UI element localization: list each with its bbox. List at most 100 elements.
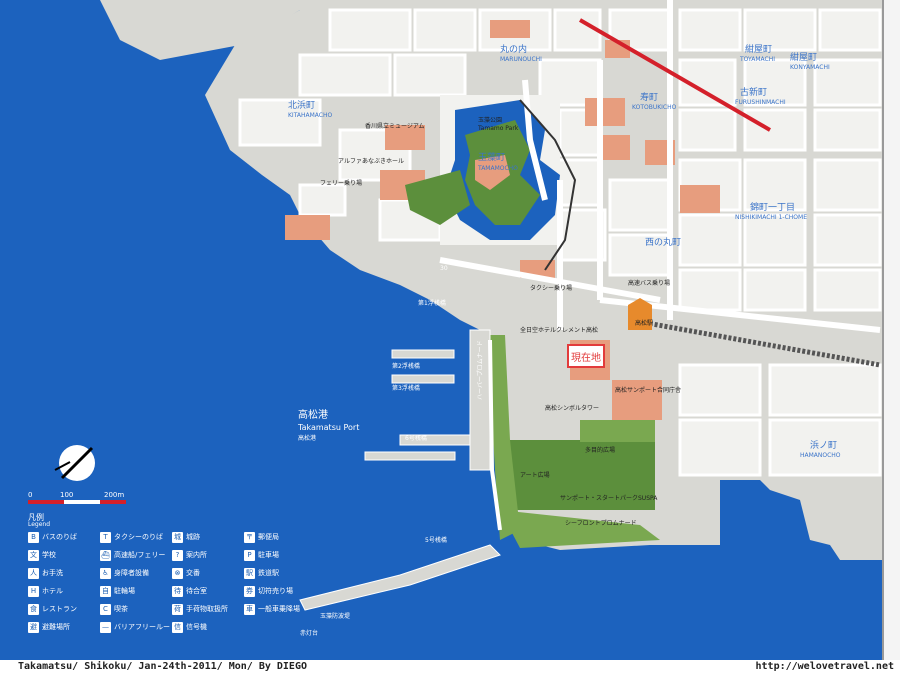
legend-item-label: 高速船/フェリー bbox=[114, 551, 166, 559]
legend-item-label: バリアフリールート bbox=[114, 623, 177, 631]
district-nishinomaru-label: 西の丸町 bbox=[645, 236, 681, 248]
pier-2-label: 第2浮桟橋 bbox=[392, 362, 420, 370]
legend-item: ⊗ 交番 bbox=[172, 566, 234, 580]
legend-item: 人お手洗 bbox=[28, 566, 90, 580]
taxi-stand-label: タクシー乗り場 bbox=[530, 284, 572, 292]
district-marunouchi-label: 丸の内 bbox=[500, 43, 527, 55]
government-office-label: 高松サンポート合同庁舎 bbox=[615, 386, 681, 394]
district-kotobuki-label: 寿町 bbox=[640, 91, 658, 103]
bus-terminal-label: 高速バス乗り場 bbox=[628, 279, 670, 287]
legend-item: 食レストラン bbox=[28, 602, 90, 616]
photo-caption-bar: Takamatsu/ Shikoku/ Jan-24th-2011/ Mon/ … bbox=[0, 660, 900, 675]
district-konya-label: 紺屋町 bbox=[790, 51, 817, 63]
castle-en-label: Tamamo Park bbox=[477, 125, 519, 132]
legend-item-label: 手荷物取扱所 bbox=[186, 605, 228, 613]
current-location-marker: 現在地 bbox=[567, 344, 605, 368]
legend-item-label: 一般車乗降場 bbox=[258, 605, 300, 613]
art-plaza-label: アート広場 bbox=[520, 471, 550, 479]
legend-item-label: 身障者設備 bbox=[114, 569, 149, 577]
main-plaza-label: 多目的広場 bbox=[585, 446, 615, 454]
current-location-label: 現在地 bbox=[571, 351, 601, 364]
bus-icon: B bbox=[28, 531, 39, 543]
scale-label-200: 200m bbox=[104, 491, 124, 499]
legend-item: 券切符売り場 bbox=[244, 584, 306, 598]
legend-item-label: 避難場所 bbox=[42, 623, 70, 631]
district-toyama-label: 紺屋町 bbox=[745, 43, 772, 55]
legend-item-label: お手洗 bbox=[42, 569, 63, 577]
bicycle-icon: 自 bbox=[100, 585, 111, 597]
hotel-icon: H bbox=[28, 585, 39, 597]
pier-3-label: 第3浮桟橋 bbox=[392, 384, 420, 392]
legend-item: 車一般車乗降場 bbox=[244, 602, 306, 616]
district-kitahama-en-label: KITAHAMACHO bbox=[288, 112, 333, 119]
legend-item-label: 駐輪場 bbox=[114, 587, 135, 595]
legend-item: B バスのりば bbox=[28, 530, 90, 544]
district-nishikimachi-en-label: NISHIKIMACHI 1-CHOME bbox=[735, 214, 807, 221]
legend-item-label: 待合室 bbox=[186, 587, 207, 595]
legend-item: 自駐輪場 bbox=[100, 584, 162, 598]
district-marunouchi-en-label: MARUNOUCHI bbox=[500, 56, 542, 63]
barrierfree-icon: — bbox=[100, 621, 111, 633]
sunport-park-label: サンポート・スタートパークSUSPA bbox=[560, 494, 658, 502]
info-icon: ? bbox=[172, 549, 183, 561]
port-name-en-label: Takamatsu Port bbox=[297, 423, 359, 432]
ferry-icon: ⛴ bbox=[100, 549, 111, 561]
harbor-promenade-label: ハーバープロムナード bbox=[477, 340, 484, 400]
district-kitahama-label: 北浜町 bbox=[288, 100, 315, 111]
school-icon: 文 bbox=[28, 549, 39, 561]
hotel-label: 全日空ホテルクレメント高松 bbox=[520, 326, 598, 334]
district-hamanocho-en-label: HAMANOCHO bbox=[800, 452, 841, 459]
port-sub-label: 高松港 bbox=[298, 434, 316, 442]
legend-item-label: ホテル bbox=[42, 587, 63, 595]
castle-label: 玉藻公園 bbox=[478, 116, 502, 124]
legend-item: 城城跡 bbox=[172, 530, 234, 544]
legend-item-label: 信号機 bbox=[186, 623, 207, 631]
legend-item-label: レストラン bbox=[42, 605, 77, 613]
district-hamanocho-label: 浜ノ町 bbox=[810, 440, 837, 451]
district-tamamo-label: 玉藻町 bbox=[478, 151, 505, 163]
legend-item-label: 城跡 bbox=[186, 533, 200, 541]
station-label: 高松駅 bbox=[635, 319, 653, 327]
legend-item: 避避難場所 bbox=[28, 620, 90, 634]
legend-item: ♿ 身障者設備 bbox=[100, 566, 162, 580]
legend-item-label: 駐車場 bbox=[258, 551, 279, 559]
legend-item: ⛴ 高速船/フェリー bbox=[100, 548, 166, 562]
museum-label: 香川県立ミュージアム bbox=[365, 122, 424, 130]
port-name-label: 高松港 bbox=[298, 408, 328, 421]
coffee-icon: C bbox=[100, 603, 111, 615]
legend-item-label: 鉄道駅 bbox=[258, 569, 279, 577]
legend-title-en: Legend bbox=[28, 521, 51, 528]
ferry-pier-label: フェリー乗り場 bbox=[320, 179, 362, 187]
dropoff-icon: 車 bbox=[244, 603, 255, 615]
alpha-hall-label: アルファあなぶきホール bbox=[338, 158, 404, 165]
legend-item: H ホテル bbox=[28, 584, 90, 598]
district-konya-en-label: KONYAMACHI bbox=[790, 64, 830, 71]
taxi-icon: T bbox=[100, 531, 111, 543]
district-furushinmachi-label: 古新町 bbox=[740, 86, 767, 98]
seafront-promenade-label: シーフロントプロムナード bbox=[565, 520, 637, 527]
legend-item: 待待合室 bbox=[172, 584, 234, 598]
scale-label-0: 0 bbox=[28, 491, 32, 499]
police-icon: ⊗ bbox=[172, 567, 183, 579]
route-30-label: 30 bbox=[440, 265, 448, 272]
map-legend: 凡例 Legend B バスのりば T タクシーのりば城城跡〒郵便局文学校 ⛴ 高速船/フェリ… bbox=[22, 512, 322, 652]
district-kotobuki-en-label: KOTOBUKICHO bbox=[632, 104, 677, 111]
breakwater-label: 玉藻防波堤 bbox=[320, 612, 350, 620]
signal-icon: 信 bbox=[172, 621, 183, 633]
toilet-icon: 人 bbox=[28, 567, 39, 579]
legend-item: 荷手荷物取扱所 bbox=[172, 602, 234, 616]
disabled-icon: ♿ bbox=[100, 567, 111, 579]
legend-item: T タクシーのりば bbox=[100, 530, 163, 544]
pier-1-label: 第1浮桟橋 bbox=[418, 299, 446, 307]
legend-item-label: 案内所 bbox=[186, 551, 207, 559]
scale-label-100: 100 bbox=[60, 491, 73, 499]
evacuation-icon: 避 bbox=[28, 621, 39, 633]
legend-item: — バリアフリールート bbox=[100, 620, 177, 634]
legend-item-label: 交番 bbox=[186, 569, 200, 577]
post-icon: 〒 bbox=[244, 531, 255, 543]
restaurant-icon: 食 bbox=[28, 603, 39, 615]
legend-item-label: 郵便局 bbox=[258, 533, 279, 541]
legend-item-label: 学校 bbox=[42, 551, 56, 559]
ticket-icon: 券 bbox=[244, 585, 255, 597]
legend-item: 駅鉄道駅 bbox=[244, 566, 306, 580]
